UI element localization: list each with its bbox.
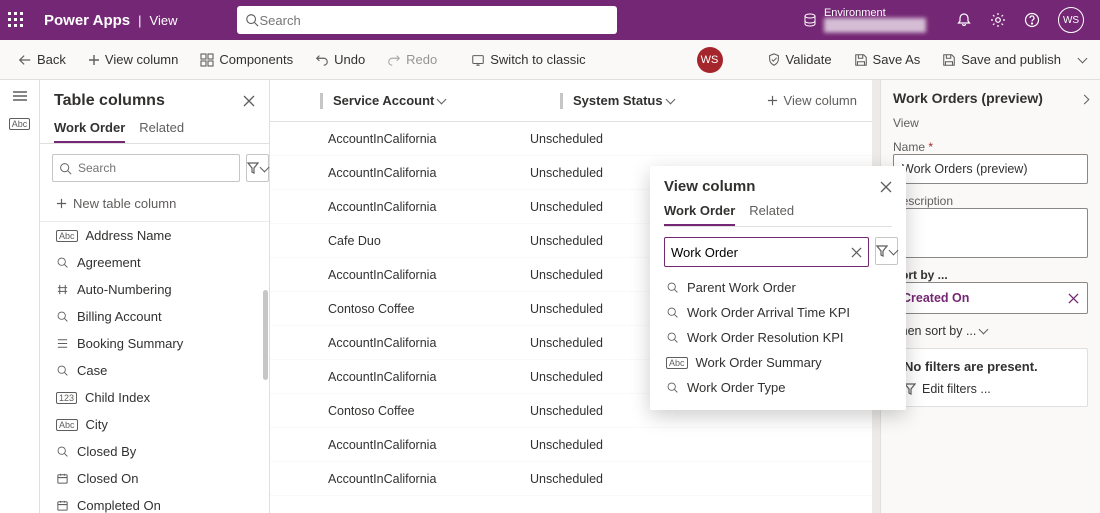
column-filter-button[interactable] — [246, 154, 269, 182]
lookup-icon — [666, 331, 679, 344]
help-icon[interactable] — [1024, 12, 1040, 28]
left-tab-related[interactable]: Related — [139, 120, 184, 143]
column-item[interactable]: Booking Summary — [40, 330, 269, 357]
column-item[interactable]: AbcAddress Name — [40, 222, 269, 249]
column-item[interactable]: Case — [40, 357, 269, 384]
global-search-input[interactable] — [259, 13, 609, 28]
123-icon: 123 — [56, 392, 77, 404]
lookup-icon — [56, 256, 69, 269]
properties-title: Work Orders (preview) — [893, 90, 1043, 106]
new-table-column[interactable]: New table column — [40, 192, 269, 221]
switch-classic-button[interactable]: Switch to classic — [463, 48, 593, 71]
column-item[interactable]: Closed By — [40, 438, 269, 465]
column-item[interactable]: Auto-Numbering — [40, 276, 269, 303]
abc-icon: Abc — [56, 419, 78, 431]
notifications-icon[interactable] — [956, 12, 972, 28]
settings-icon[interactable] — [990, 12, 1006, 28]
column-item[interactable]: Agreement — [40, 249, 269, 276]
popover-close-icon[interactable] — [880, 181, 892, 193]
save-publish-chevron[interactable] — [1075, 48, 1090, 71]
column-item[interactable]: AbcCity — [40, 411, 269, 438]
grid-view-column-button[interactable]: View column — [756, 86, 868, 116]
lookup-icon — [666, 306, 679, 319]
rail-tree-icon[interactable] — [12, 90, 28, 102]
popover-tab-related[interactable]: Related — [749, 203, 794, 226]
brand-section: View — [150, 13, 178, 28]
then-sort-by[interactable]: Then sort by ... — [893, 324, 1088, 338]
cal-icon — [56, 499, 69, 512]
popover-search[interactable] — [664, 237, 869, 267]
view-column-button[interactable]: View column — [80, 48, 186, 71]
popover-result-item[interactable]: Work Order Resolution KPI — [664, 325, 892, 350]
popover-result-item[interactable]: Work Order Type — [664, 375, 892, 400]
table-row[interactable]: AccountInCaliforniaUnscheduled — [270, 428, 880, 462]
scrollbar-thumb[interactable] — [263, 290, 268, 380]
lookup-icon — [666, 281, 679, 294]
column-item[interactable]: Billing Account — [40, 303, 269, 330]
save-as-button[interactable]: Save As — [846, 48, 929, 71]
description-input[interactable] — [893, 208, 1088, 258]
validate-button[interactable]: Validate — [759, 48, 840, 71]
popover-tab-workorder[interactable]: Work Order — [664, 203, 735, 226]
list-icon — [56, 337, 69, 350]
popover-title: View column — [664, 178, 755, 195]
popover-result-item[interactable]: Parent Work Order — [664, 275, 892, 300]
column-header-service-account[interactable]: Service Account — [286, 93, 526, 109]
table-row[interactable]: AccountInCaliforniaUnscheduled — [270, 122, 880, 156]
redo-button[interactable]: Redo — [379, 48, 445, 71]
rail-abc-icon[interactable]: Abc — [9, 118, 31, 130]
column-item[interactable]: Closed On — [40, 465, 269, 492]
owner-avatar[interactable]: WS — [697, 47, 723, 73]
global-search[interactable] — [237, 6, 617, 34]
popover-result-item[interactable]: AbcWork Order Summary — [664, 350, 892, 375]
lookup-icon — [56, 310, 69, 323]
cal-icon — [56, 472, 69, 485]
column-item[interactable]: Completed On — [40, 492, 269, 513]
back-button[interactable]: Back — [10, 48, 74, 71]
brand: Power Apps — [44, 12, 130, 29]
abc-icon: Abc — [666, 357, 688, 369]
lookup-icon — [666, 381, 679, 394]
sort-by-label: Sort by ... — [893, 268, 1088, 282]
app-launcher[interactable] — [8, 12, 40, 28]
name-label: Name — [893, 140, 1088, 154]
name-input[interactable]: Work Orders (preview) — [893, 154, 1088, 184]
left-panel-title: Table columns — [54, 92, 165, 110]
table-row[interactable]: AccountInCaliforniaUnscheduled — [270, 462, 880, 496]
popover-search-input[interactable] — [671, 245, 847, 260]
view-column-popover: View column Work Order Related Parent Wo… — [650, 166, 906, 410]
edit-filters[interactable]: Edit filters ... — [904, 382, 1077, 396]
search-icon — [245, 13, 259, 27]
components-button[interactable]: Components — [192, 48, 301, 71]
description-label: Description — [893, 194, 1088, 208]
popover-result-item[interactable]: Work Order Arrival Time KPI — [664, 300, 892, 325]
column-search[interactable] — [52, 154, 240, 182]
lookup-icon — [56, 364, 69, 377]
popover-filter-button[interactable] — [875, 237, 898, 265]
lookup-icon — [56, 445, 69, 458]
column-header-system-status[interactable]: System Status — [526, 93, 726, 109]
no-filters-text: No filters are present. — [904, 359, 1077, 374]
environment-icon — [802, 12, 818, 28]
sort-by-chip[interactable]: Created On — [893, 282, 1088, 314]
hash-icon — [56, 283, 69, 296]
abc-icon: Abc — [56, 230, 78, 242]
save-publish-button[interactable]: Save and publish — [934, 48, 1069, 71]
left-tab-workorder[interactable]: Work Order — [54, 120, 125, 143]
environment-name: ████████████ — [824, 19, 926, 32]
undo-button[interactable]: Undo — [307, 48, 373, 71]
column-search-input[interactable] — [78, 161, 233, 175]
close-panel-icon[interactable] — [243, 95, 255, 107]
properties-tab-view[interactable]: View — [893, 116, 1088, 130]
user-avatar[interactable]: WS — [1058, 7, 1084, 33]
popover-clear-icon[interactable] — [851, 247, 862, 258]
collapse-properties-icon[interactable] — [1081, 91, 1088, 106]
column-item[interactable]: 123Child Index — [40, 384, 269, 411]
